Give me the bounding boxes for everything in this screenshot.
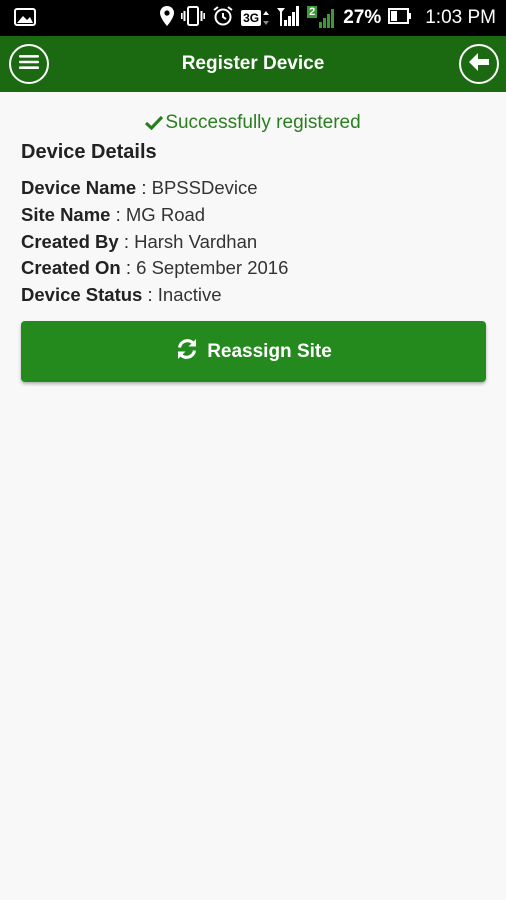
refresh-icon — [175, 337, 199, 366]
device-details: Device Name : BPSSDevice Site Name : MG … — [21, 177, 288, 311]
success-message-text: Successfully registered — [165, 112, 361, 133]
arrow-left-icon — [468, 52, 490, 77]
detail-label: Created By — [21, 230, 119, 252]
clock: 1:03 PM — [425, 7, 496, 28]
detail-value: BPSSDevice — [151, 177, 258, 198]
detail-row-created-on: Created On : 6 September 2016 — [21, 257, 289, 279]
signal-icon — [276, 4, 300, 33]
success-message: Successfully registered — [0, 112, 506, 134]
detail-value: Harsh Vardhan — [134, 230, 258, 252]
detail-value: MG Road — [125, 203, 206, 225]
sim-signal-icon: 2 — [307, 6, 336, 30]
detail-value: Inactive — [157, 284, 222, 306]
hamburger-menu-icon — [19, 54, 39, 75]
detail-row-created-by: Created By : Harsh Vardhan — [21, 230, 258, 252]
reassign-site-label: Reassign Site — [207, 340, 332, 362]
detail-label: Device Name — [21, 177, 137, 198]
vibrate-icon — [181, 5, 206, 31]
detail-label: Site Name — [21, 203, 111, 225]
location-icon — [160, 5, 175, 31]
detail-row-device-name: Device Name : BPSSDevice — [21, 177, 258, 198]
reassign-site-button[interactable]: Reassign Site — [21, 321, 486, 382]
battery-icon — [388, 7, 412, 30]
page-title: Register Device — [181, 53, 325, 74]
detail-row-site-name: Site Name : MG Road — [21, 203, 206, 225]
network-type-badge: 3G — [241, 10, 270, 26]
app-bar: Register Device — [0, 36, 506, 92]
status-bar: 3G 2 27% 1:03 PM — [0, 0, 506, 36]
detail-label: Device Status — [21, 284, 143, 306]
menu-button[interactable] — [9, 44, 49, 84]
battery-percent: 27% — [343, 7, 382, 28]
back-button[interactable] — [459, 44, 499, 84]
gallery-icon — [14, 8, 36, 31]
alarm-icon — [212, 5, 234, 31]
detail-row-device-status: Device Status : Inactive — [21, 284, 222, 306]
device-details-title: Device Details — [21, 141, 157, 163]
detail-value: 6 September 2016 — [136, 257, 289, 279]
checkmark-icon — [145, 112, 165, 133]
detail-label: Created On — [21, 257, 121, 279]
